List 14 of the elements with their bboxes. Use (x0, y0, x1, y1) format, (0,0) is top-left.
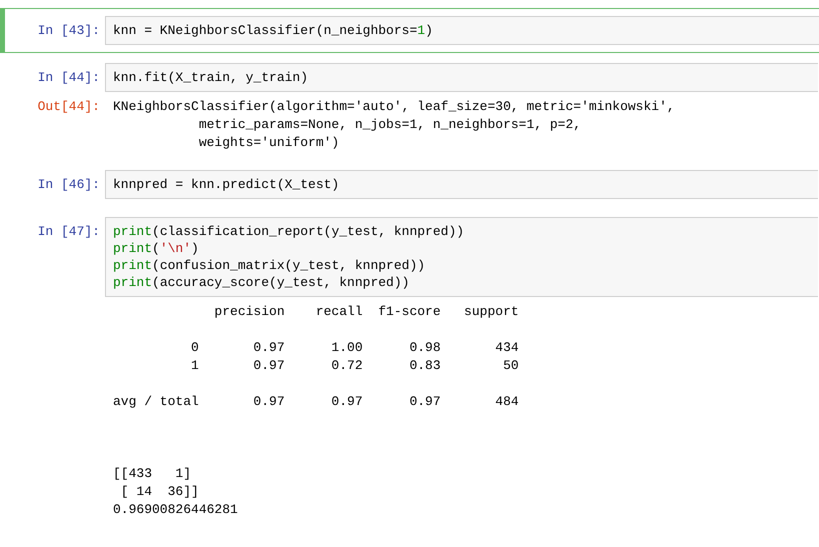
code-input[interactable]: knn.fit(X_train, y_train) (105, 63, 818, 92)
input-prompt: In [44]: (36, 69, 101, 86)
notebook-cell[interactable]: In [43]: knn = KNeighborsClassifier(n_neighbors=1) (0, 8, 819, 53)
input-prompt: In [43]: (36, 22, 101, 39)
code-input[interactable]: knn = KNeighborsClassifier(n_neighbors=1) (105, 16, 819, 45)
notebook-cell[interactable]: In [46]: knnpred = knn.predict(X_test) (0, 162, 819, 207)
input-prompt: In [46]: (36, 176, 101, 193)
code-input[interactable]: print(classification_report(y_test, knnpred)) print('\n') print(confusion_matrix(y_test, knnpred)) print(accuracy_score(y_test, knnpred)) (105, 217, 818, 297)
output-prompt: Out[44]: (38, 99, 100, 114)
cell-output: precision recall f1-score support 0 0.97 1.00 0.98 434 1 0.97 0.72 0.83 50 avg / total 0.97 0.97 0.97 484 [[433 1] [ 14 36]] 0.96900826446281 (112, 303, 519, 519)
code-input[interactable]: knnpred = knn.predict(X_test) (105, 170, 818, 199)
input-prompt: In [47]: (36, 223, 101, 240)
notebook-cell[interactable]: In [44]: knn.fit(X_train, y_train) Out[44]: KNeighborsClassifier(algorithm='auto', leaf_size=30, metric='minkowski', metric_params=None, n_jobs=1, n_neighbors=1, p=2, weights='uniform') (0, 55, 819, 160)
cell-output: KNeighborsClassifier(algorithm='auto', leaf_size=30, metric='minkowski', metric_params=None, n_jobs=1, n_neighbors=1, p=2, weights='uniform') (112, 98, 675, 152)
